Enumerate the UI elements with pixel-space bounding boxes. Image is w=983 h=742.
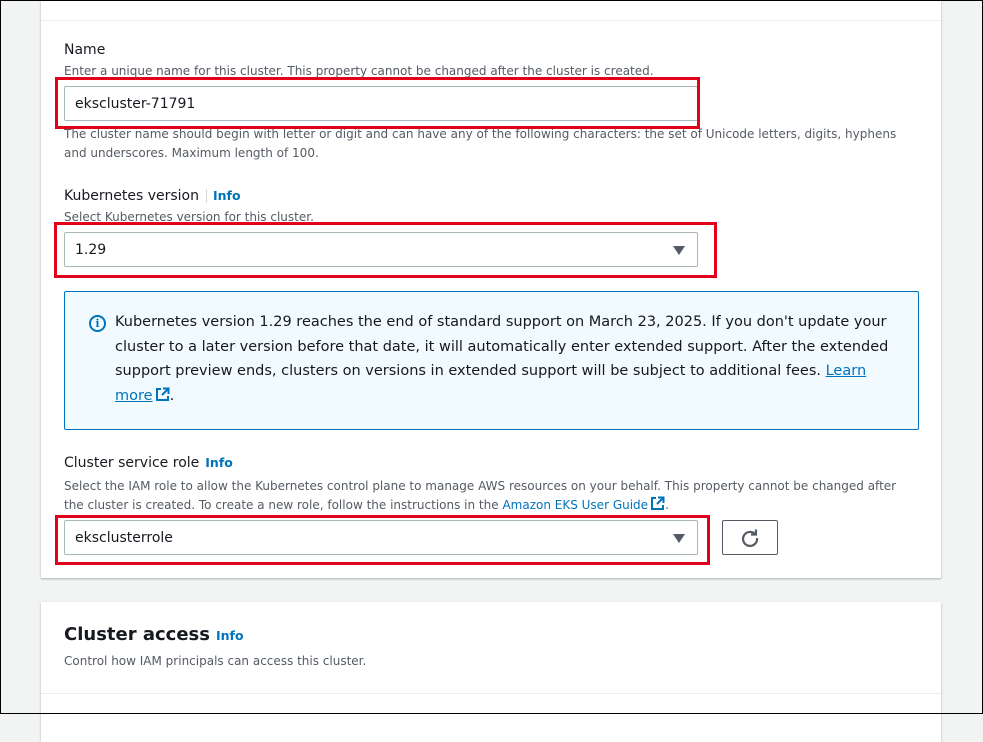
caret-down-icon [673, 245, 685, 255]
refresh-roles-button[interactable] [722, 520, 778, 555]
service-role-label: Cluster service role [64, 455, 200, 471]
alert-text: Kubernetes version 1.29 reaches the end … [115, 314, 889, 379]
cluster-access-panel [41, 602, 941, 742]
kubernetes-version-select[interactable]: 1.29 [64, 232, 698, 267]
cluster-access-description: Control how IAM principals can access th… [64, 654, 367, 668]
eks-user-guide-link[interactable]: Amazon EKS User Guide [502, 498, 648, 512]
cluster-access-info-link[interactable]: Info [216, 628, 244, 643]
name-description: Enter a unique name for this cluster. Th… [64, 64, 654, 78]
alert-trailing: . [169, 387, 175, 404]
service-role-description-line-2: the cluster is created. To create a new … [64, 496, 669, 512]
alert-message: Kubernetes version 1.29 reaches the end … [115, 310, 905, 408]
service-role-label-row: Cluster service role Info [64, 455, 233, 471]
kubernetes-version-label: Kubernetes version [64, 188, 199, 204]
cluster-name-value: ekscluster-71791 [75, 95, 196, 112]
caret-down-icon [673, 533, 685, 543]
external-link-icon [651, 496, 665, 510]
cluster-name-input[interactable]: ekscluster-71791 [64, 86, 698, 121]
cluster-access-title: Cluster access [64, 624, 210, 645]
name-constraint-line-2: and underscores. Maximum length of 100. [64, 146, 319, 160]
service-role-value: eksclusterrole [75, 529, 173, 546]
refresh-icon [741, 529, 759, 547]
panel-header-divider [41, 0, 941, 21]
kubernetes-version-info-link[interactable]: Info [213, 188, 241, 203]
info-circle-icon: i [89, 315, 106, 332]
service-role-info-link[interactable]: Info [205, 455, 233, 470]
cluster-access-title-row: Cluster access Info [64, 624, 244, 645]
panel-divider [41, 693, 941, 694]
service-role-description-line-1: Select the IAM role to allow the Kuberne… [64, 479, 897, 493]
name-label: Name [64, 42, 106, 58]
external-link-icon [155, 387, 170, 401]
kubernetes-version-description: Select Kubernetes version for this clust… [64, 210, 314, 224]
name-constraint-line-1: The cluster name should begin with lette… [64, 127, 897, 141]
support-info-alert: i Kubernetes version 1.29 reaches the en… [64, 291, 919, 430]
service-role-select[interactable]: eksclusterrole [64, 520, 698, 555]
kubernetes-version-value: 1.29 [75, 241, 107, 258]
label-separator [205, 189, 207, 203]
kubernetes-version-label-row: Kubernetes version Info [64, 188, 241, 204]
